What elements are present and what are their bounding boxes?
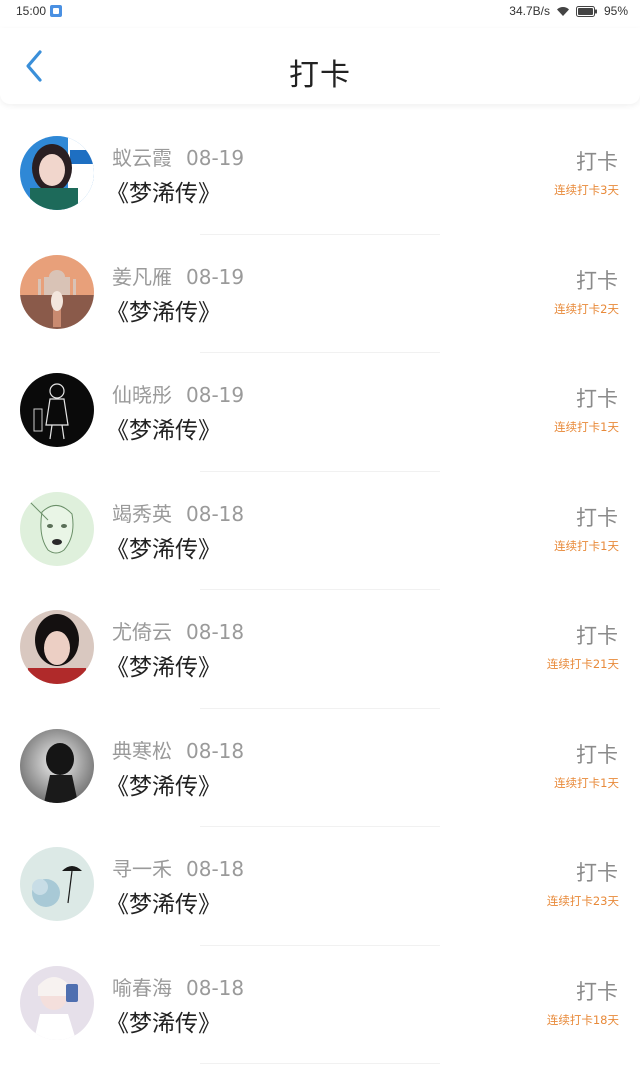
checkin-button[interactable]: 打卡 [576, 383, 618, 413]
checkin-button[interactable]: 打卡 [576, 857, 618, 887]
checkin-date: 08-19 [186, 383, 245, 407]
book-title: 《梦浠传》 [106, 536, 221, 563]
avatar[interactable] [20, 610, 94, 684]
book-title: 《梦浠传》 [106, 299, 221, 326]
name-line: 姜凡雁 08-19 [112, 261, 244, 290]
name-line: 典寒松 08-18 [112, 735, 244, 764]
battery-icon [575, 5, 598, 17]
checkin-button[interactable]: 打卡 [576, 502, 618, 532]
avatar[interactable] [20, 373, 94, 447]
header-bar: 打卡 [0, 28, 640, 104]
checkin-date: 08-18 [186, 975, 245, 1000]
streak-label: 连续打卡21天 [546, 657, 619, 671]
book-title: 《梦浠传》 [106, 655, 221, 681]
book-title: 《梦浠传》 [106, 1010, 221, 1037]
list-item: 竭秀英 08-18 《梦浠传》 打卡 连续打卡1天 [0, 472, 640, 590]
list-item: 姜凡雁 08-19 《梦浠传》 打卡 连续打卡2天 [0, 235, 640, 353]
user-name: 姜凡雁 [112, 264, 172, 289]
avatar[interactable] [20, 136, 94, 210]
avatar[interactable] [20, 254, 94, 329]
user-name: 喻春海 [112, 975, 172, 1000]
book-title: 《梦浠传》 [106, 418, 221, 444]
book-title: 《梦浠传》 [106, 773, 221, 800]
list-item: 仙晓彤 08-19 《梦浠传》 打卡 连续打卡1天 [0, 353, 640, 472]
book-title: 《梦浠传》 [106, 892, 221, 918]
status-bar: 15:00 34.7B/s 95% [0, 0, 640, 24]
streak-label: 连续打卡1天 [554, 775, 619, 790]
streak-label: 连续打卡2天 [554, 301, 619, 316]
name-line: 蚁云霞 08-19 [112, 142, 244, 171]
checkin-button[interactable]: 打卡 [576, 265, 618, 295]
net-speed: 34.7B/s [509, 4, 550, 18]
page-title: 打卡 [289, 58, 351, 93]
divider [200, 1063, 440, 1064]
checkin-date: 08-18 [186, 501, 245, 526]
user-name: 蚁云霞 [112, 146, 172, 170]
list-item: 典寒松 08-18 《梦浠传》 打卡 连续打卡1天 [0, 709, 640, 827]
name-line: 尤倚云 08-18 [112, 616, 244, 645]
streak-label: 连续打卡1天 [554, 538, 619, 553]
checkin-date: 08-18 [186, 738, 245, 763]
avatar[interactable] [20, 728, 94, 803]
streak-label: 连续打卡18天 [546, 1012, 619, 1027]
checkin-button[interactable]: 打卡 [576, 620, 618, 650]
checkin-button[interactable]: 打卡 [576, 739, 618, 769]
avatar[interactable] [20, 965, 94, 1040]
checkin-date: 08-19 [186, 264, 245, 289]
battery-level: 95% [603, 4, 628, 18]
user-name: 寻一禾 [112, 857, 172, 881]
list-item: 寻一禾 08-18 《梦浠传》 打卡 连续打卡23天 [0, 827, 640, 946]
status-time: 15:00 [16, 4, 47, 18]
checkin-button[interactable]: 打卡 [576, 146, 618, 176]
streak-label: 连续打卡23天 [546, 894, 619, 908]
avatar[interactable] [20, 491, 94, 566]
checkin-date: 08-18 [186, 857, 245, 881]
checkin-button[interactable]: 打卡 [576, 976, 618, 1006]
user-name: 典寒松 [112, 738, 172, 763]
user-name: 尤倚云 [112, 620, 172, 644]
name-line: 喻春海 08-18 [112, 972, 244, 1001]
checkin-date: 08-19 [186, 146, 245, 170]
streak-label: 连续打卡1天 [554, 420, 619, 434]
wifi-icon [556, 6, 570, 17]
name-line: 仙晓彤 08-19 [112, 379, 244, 408]
user-name: 仙晓彤 [112, 383, 172, 407]
name-line: 寻一禾 08-18 [112, 853, 244, 882]
avatar[interactable] [20, 847, 94, 921]
checkin-list: 蚁云霞 08-19 《梦浠传》 打卡 连续打卡3天 姜凡雁 08-19 《梦浠传》 … [0, 116, 640, 1064]
user-name: 竭秀英 [112, 501, 172, 526]
list-item: 喻春海 08-18 《梦浠传》 打卡 连续打卡18天 [0, 946, 640, 1064]
list-item: 尤倚云 08-18 《梦浠传》 打卡 连续打卡21天 [0, 590, 640, 709]
list-item: 蚁云霞 08-19 《梦浠传》 打卡 连续打卡3天 [0, 116, 640, 235]
book-title: 《梦浠传》 [106, 181, 221, 207]
streak-label: 连续打卡3天 [554, 183, 619, 197]
app-notification-icon [50, 5, 62, 17]
name-line: 竭秀英 08-18 [112, 498, 244, 527]
status-right: 34.7B/s 95% [509, 4, 628, 18]
checkin-date: 08-18 [186, 620, 245, 644]
